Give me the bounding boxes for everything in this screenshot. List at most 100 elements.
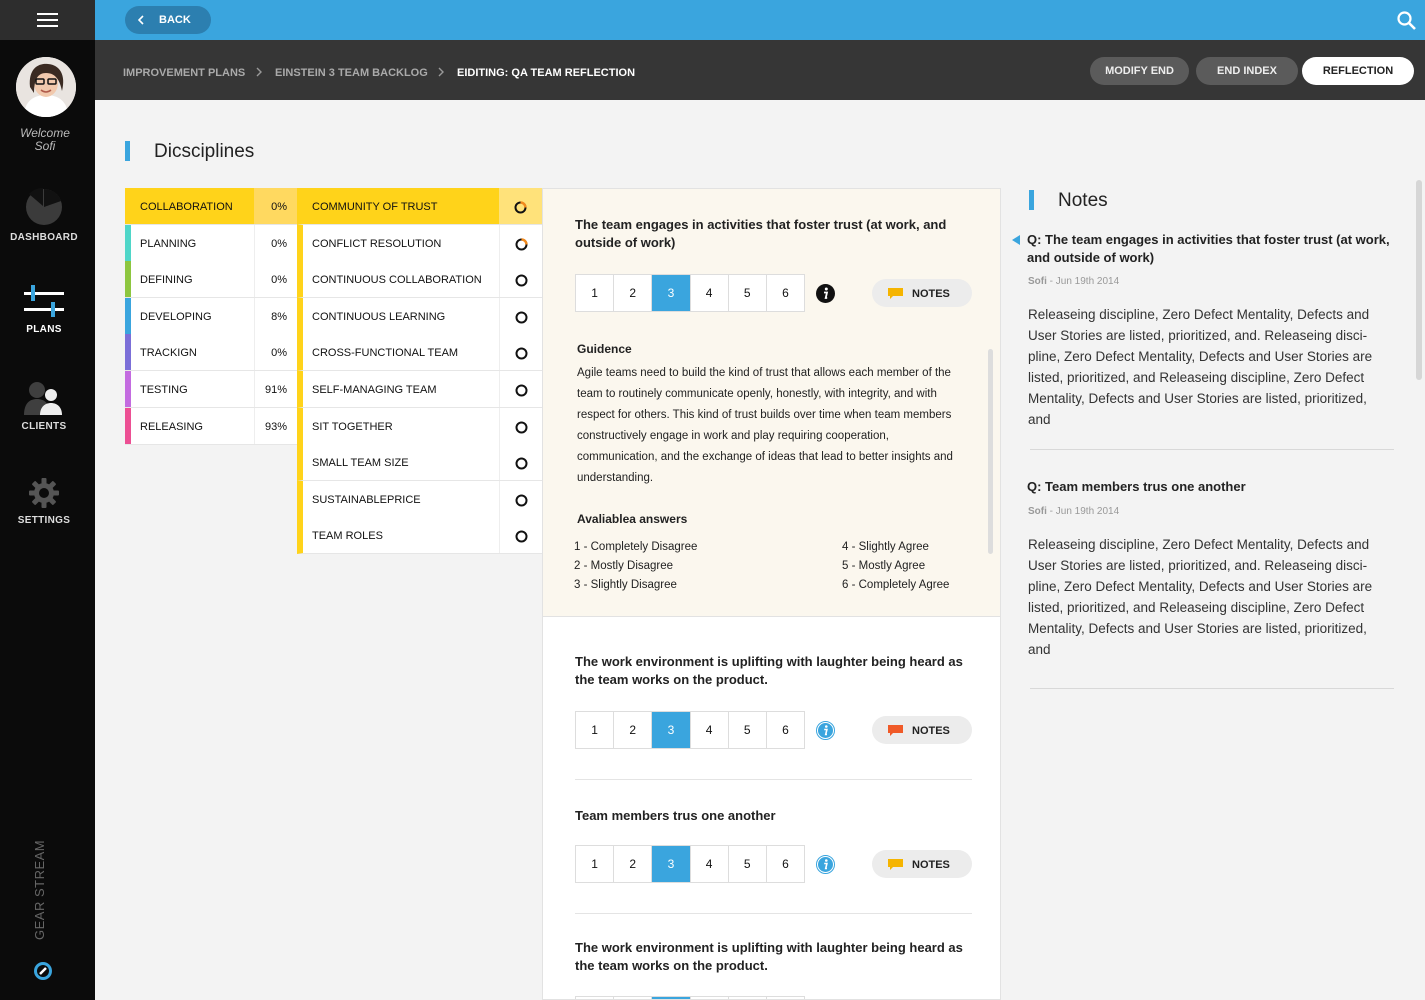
notes-button[interactable]: NOTES [872,716,972,744]
sliders-icon [24,285,64,317]
info-icon[interactable] [816,284,835,303]
discipline-row[interactable]: PLANNING 0% [125,224,297,262]
notes-label: NOTES [912,859,950,871]
empty-circle-icon [515,457,528,470]
discipline-row[interactable]: DEVELOPING 8% [125,297,297,335]
discipline-name: RELEASING [140,420,203,433]
progress-ring-icon [514,201,527,214]
discipline-row[interactable]: RELEASING 93% [125,407,297,445]
reflection-button[interactable]: REFLECTION [1302,57,1414,85]
title-accent [125,141,130,161]
note-question[interactable]: Q: Team members trus one another [1027,478,1397,496]
active-note-arrow-icon [1012,235,1020,245]
practice-name: CONFLICT RESOLUTION [312,237,442,250]
rating-option[interactable]: 6 [767,846,804,882]
guidance-scrollbar[interactable] [988,349,993,554]
practice-row[interactable]: TEAM ROLES [297,517,543,555]
rating-option[interactable]: 4 [691,275,729,311]
notes-button[interactable]: NOTES [872,279,972,307]
rating-option[interactable]: 3 [652,275,691,311]
rating-option[interactable]: 3 [652,846,691,882]
modify-end-button[interactable]: MODIFY END [1090,57,1189,85]
menu-button[interactable] [0,0,95,40]
practice-row[interactable]: CONTINUOUS LEARNING [297,297,543,335]
practice-status [499,297,543,334]
rating-option[interactable]: 4 [691,846,729,882]
practice-row[interactable]: COMMUNITY OF TRUST [297,188,543,225]
rating-option[interactable]: 6 [767,712,804,748]
page-title: Dicsciplines [154,141,255,162]
practice-row[interactable]: CROSS-FUNCTIONAL TEAM [297,334,543,372]
page-scrollbar[interactable] [1416,180,1422,380]
back-button[interactable]: BACK [125,6,211,34]
info-icon[interactable] [816,855,835,874]
rating-option[interactable]: 5 [729,712,767,748]
practice-name: TEAM ROLES [312,530,383,543]
rating-option[interactable]: 2 [614,275,653,311]
discipline-row[interactable]: COLLABORATION 0% [125,188,297,225]
nav-clients[interactable]: CLIENTS [0,381,88,432]
practice-status [499,371,543,407]
rating-option[interactable]: 3 [652,712,691,748]
breadcrumb-improvement-plans[interactable]: IMPROVEMENT PLANS [123,67,245,79]
nav-settings[interactable]: SETTINGS [0,477,88,526]
chevron-right-icon [256,67,262,77]
discipline-color-stripe [125,261,131,298]
discipline-row[interactable]: TRACKIGN 0% [125,334,297,372]
rating-option[interactable]: 5 [729,846,767,882]
nav-dashboard-label: DASHBOARD [10,232,78,243]
practice-row[interactable]: CONFLICT RESOLUTION [297,224,543,262]
rating-option[interactable]: 4 [691,712,729,748]
practice-status [499,224,543,261]
discipline-percent: 0% [254,261,297,298]
brand-text: GEAR STREAM [32,839,47,940]
rating-option[interactable]: 6 [767,275,804,311]
practice-row[interactable]: SUSTAINABLEPRICE [297,480,543,518]
breadcrumb-team-backlog[interactable]: EINSTEIN 3 TEAM BACKLOG [275,67,428,79]
gear-stream-logo-icon[interactable] [33,961,53,981]
practice-status [499,334,543,371]
practice-row[interactable]: CONTINUOUS COLLABORATION [297,261,543,299]
practice-row[interactable]: SIT TOGETHER [297,407,543,445]
nav-dashboard[interactable]: DASHBOARD [0,188,88,243]
search-icon[interactable] [1397,11,1416,30]
discipline-percent: 8% [254,297,297,334]
guidance-text: Agile teams need to build the kind of tr… [577,367,953,484]
note-question[interactable]: Q: The team engages in activities that f… [1027,231,1397,267]
nav-plans[interactable]: PLANS [0,284,88,335]
question-text: The work environment is uplifting with l… [575,654,963,687]
rating-option[interactable]: 1 [576,712,615,748]
practice-row[interactable]: SMALL TEAM SIZE [297,444,543,482]
avatar[interactable] [16,57,76,117]
rating-option[interactable]: 1 [576,846,615,882]
answer-option: 5 - Mostly Agree [842,560,926,572]
empty-circle-icon [515,384,528,397]
answer-option: 2 - Mostly Disagree [574,560,674,572]
discipline-name: TRACKIGN [140,347,197,360]
practice-name: SIT TOGETHER [312,420,393,433]
info-icon[interactable] [816,721,835,740]
discipline-row[interactable]: TESTING 91% [125,371,297,408]
rating-option[interactable]: 5 [729,275,767,311]
note-date: - Jun 19th 2014 [1049,506,1120,517]
question-text: Team members trus one another [575,808,776,823]
discipline-color-stripe [125,224,131,261]
practice-row[interactable]: SELF-MANAGING TEAM [297,371,543,408]
hamburger-icon [37,13,58,27]
notes-button[interactable]: NOTES [872,850,972,878]
discipline-color-stripe [125,297,131,334]
rating-option[interactable]: 2 [614,712,653,748]
discipline-percent: 91% [254,371,297,407]
users-icon [24,382,62,415]
rating-option[interactable]: 1 [576,275,615,311]
welcome-user: Sofi [34,139,56,153]
practice-name: SUSTAINABLEPRICE [312,493,421,506]
empty-circle-icon [515,494,528,507]
discipline-name: DEVELOPING [140,310,212,323]
user-photo-icon [16,57,76,117]
discipline-row[interactable]: DEFINING 0% [125,261,297,299]
practice-name: SMALL TEAM SIZE [312,457,409,470]
notes-label: NOTES [912,288,950,300]
rating-option[interactable]: 2 [614,846,653,882]
end-index-button[interactable]: END INDEX [1196,57,1298,85]
